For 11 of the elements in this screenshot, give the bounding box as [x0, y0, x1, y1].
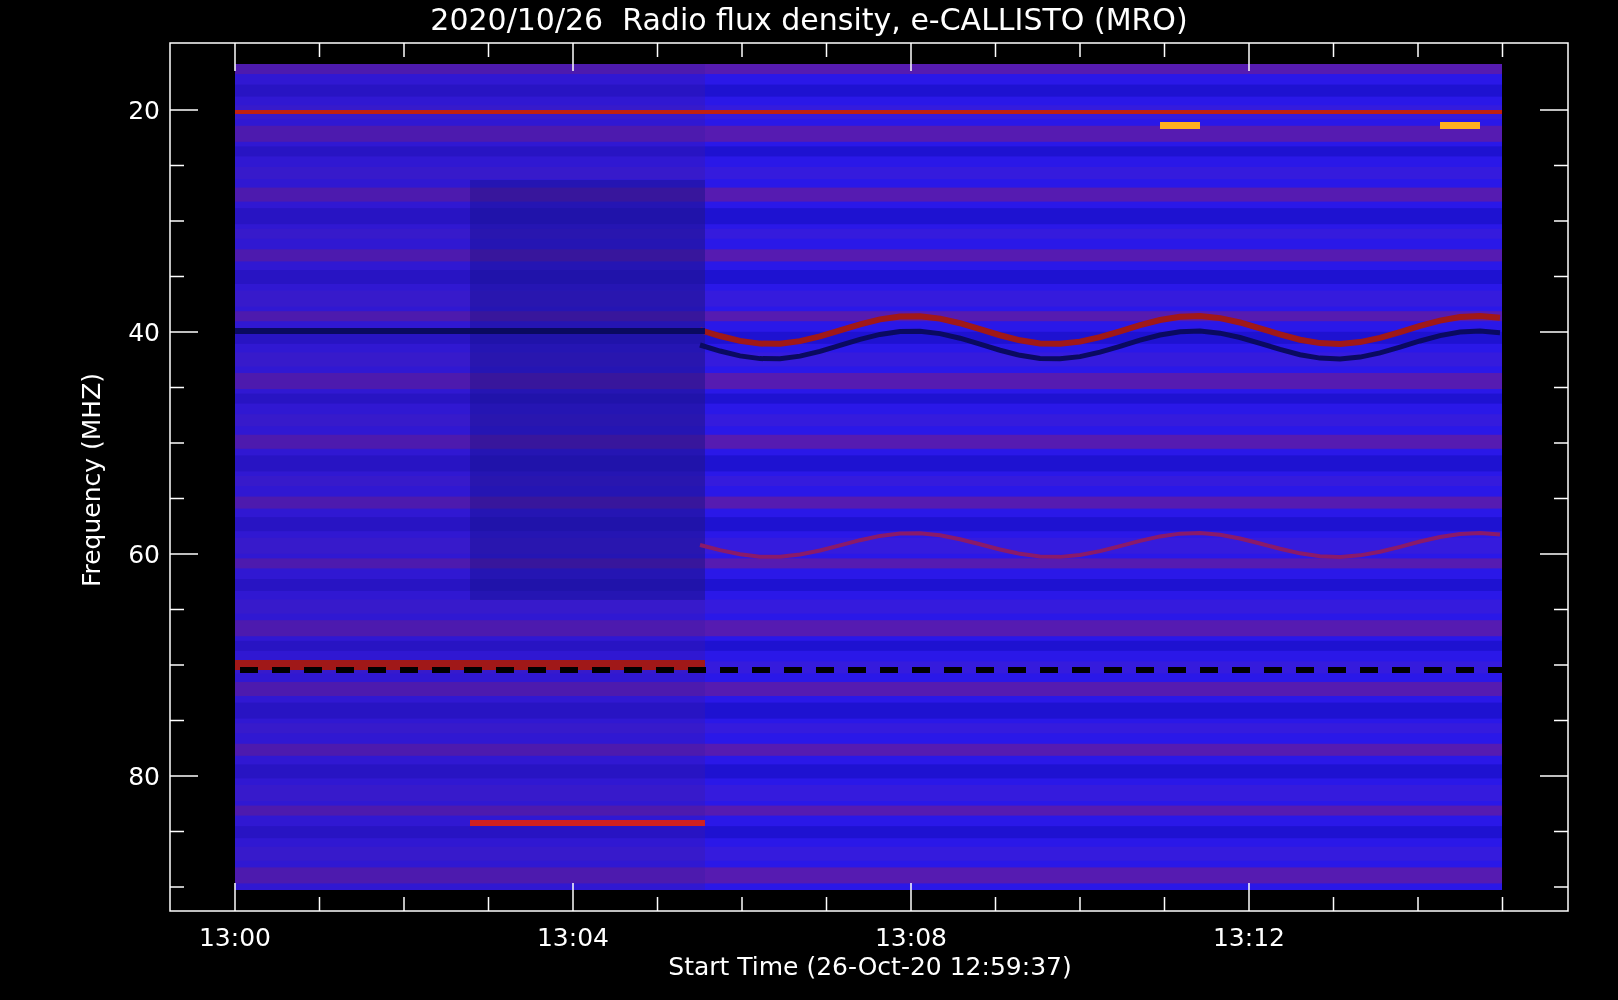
- x-axis-label: Start Time (26-Oct-20 12:59:37): [668, 952, 1072, 981]
- x-tick-label: 13:00: [199, 923, 271, 952]
- x-tick-label: 13:12: [1213, 923, 1285, 952]
- y-tick-label: 60: [128, 540, 160, 569]
- x-tick-label: 13:08: [875, 923, 947, 952]
- y-tick-label: 20: [128, 96, 160, 125]
- chart-title: 2020/10/26 Radio flux density, e-CALLISTO (MRO): [430, 2, 1188, 37]
- y-tick-label: 40: [128, 318, 160, 347]
- y-tick-label: 80: [128, 762, 160, 791]
- x-tick-label: 13:04: [537, 923, 609, 952]
- y-axis-label: Frequency (MHZ): [77, 372, 106, 588]
